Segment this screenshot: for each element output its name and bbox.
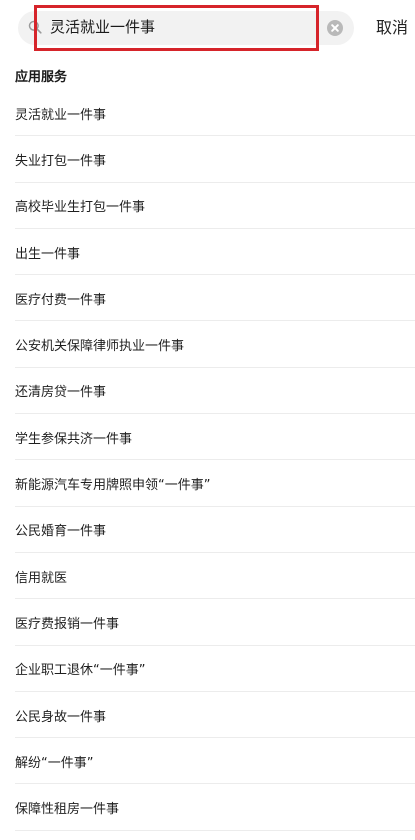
- search-highlight-frame: [34, 5, 319, 51]
- result-item-label: 医疗费报销一件事: [15, 616, 120, 632]
- result-item-label: 医疗付费一件事: [15, 292, 107, 308]
- result-item[interactable]: 公民身故一件事: [0, 692, 415, 739]
- result-item-label: 公民身故一件事: [15, 709, 107, 725]
- result-item-label: 高校毕业生打包一件事: [15, 200, 146, 216]
- result-item[interactable]: 医疗费报销一件事: [0, 599, 415, 646]
- result-item-label: 保障性租房一件事: [15, 802, 120, 818]
- result-item[interactable]: 新能源汽车专用牌照申领“一件事”: [0, 460, 415, 507]
- result-item-label: 还清房贷一件事: [15, 385, 107, 401]
- result-item[interactable]: 失业打包一件事: [0, 136, 415, 183]
- result-item[interactable]: 信用就医: [0, 553, 415, 600]
- result-item-label: 信用就医: [15, 570, 68, 586]
- result-item-label: 公安机关保障律师执业一件事: [15, 339, 185, 355]
- result-item[interactable]: 学生参保共济一件事: [0, 414, 415, 461]
- clear-icon[interactable]: [327, 20, 343, 36]
- result-item[interactable]: 解纷“一件事”: [0, 738, 415, 785]
- cancel-button[interactable]: 取消: [376, 16, 408, 40]
- result-item[interactable]: 医疗付费一件事: [0, 275, 415, 322]
- result-item[interactable]: 出生一件事: [0, 229, 415, 276]
- search-bar: 取消: [0, 0, 415, 58]
- result-item[interactable]: 保障性租房一件事: [0, 784, 415, 832]
- result-item-label: 解纷“一件事”: [15, 755, 94, 771]
- result-item[interactable]: 企业职工退休“一件事”: [0, 646, 415, 693]
- section-title: 应用服务: [15, 70, 68, 85]
- result-item-label: 学生参保共济一件事: [15, 431, 133, 447]
- result-item-label: 公民婚育一件事: [15, 524, 107, 540]
- result-item[interactable]: 灵活就业一件事: [0, 90, 415, 137]
- result-item[interactable]: 公民婚育一件事: [0, 507, 415, 554]
- result-item[interactable]: 公安机关保障律师执业一件事: [0, 321, 415, 369]
- result-item-label: 失业打包一件事: [15, 153, 107, 169]
- result-list: 灵活就业一件事 失业打包一件事 高校毕业生打包一件事 出生一件事 医疗付费一件事…: [0, 90, 415, 832]
- result-item-label: 出生一件事: [15, 246, 81, 262]
- result-item[interactable]: 还清房贷一件事: [0, 368, 415, 415]
- result-item[interactable]: 高校毕业生打包一件事: [0, 183, 415, 230]
- result-item-label: 新能源汽车专用牌照申领“一件事”: [15, 478, 211, 494]
- result-item-label: 企业职工退休“一件事”: [15, 663, 146, 679]
- result-item-label: 灵活就业一件事: [15, 107, 107, 123]
